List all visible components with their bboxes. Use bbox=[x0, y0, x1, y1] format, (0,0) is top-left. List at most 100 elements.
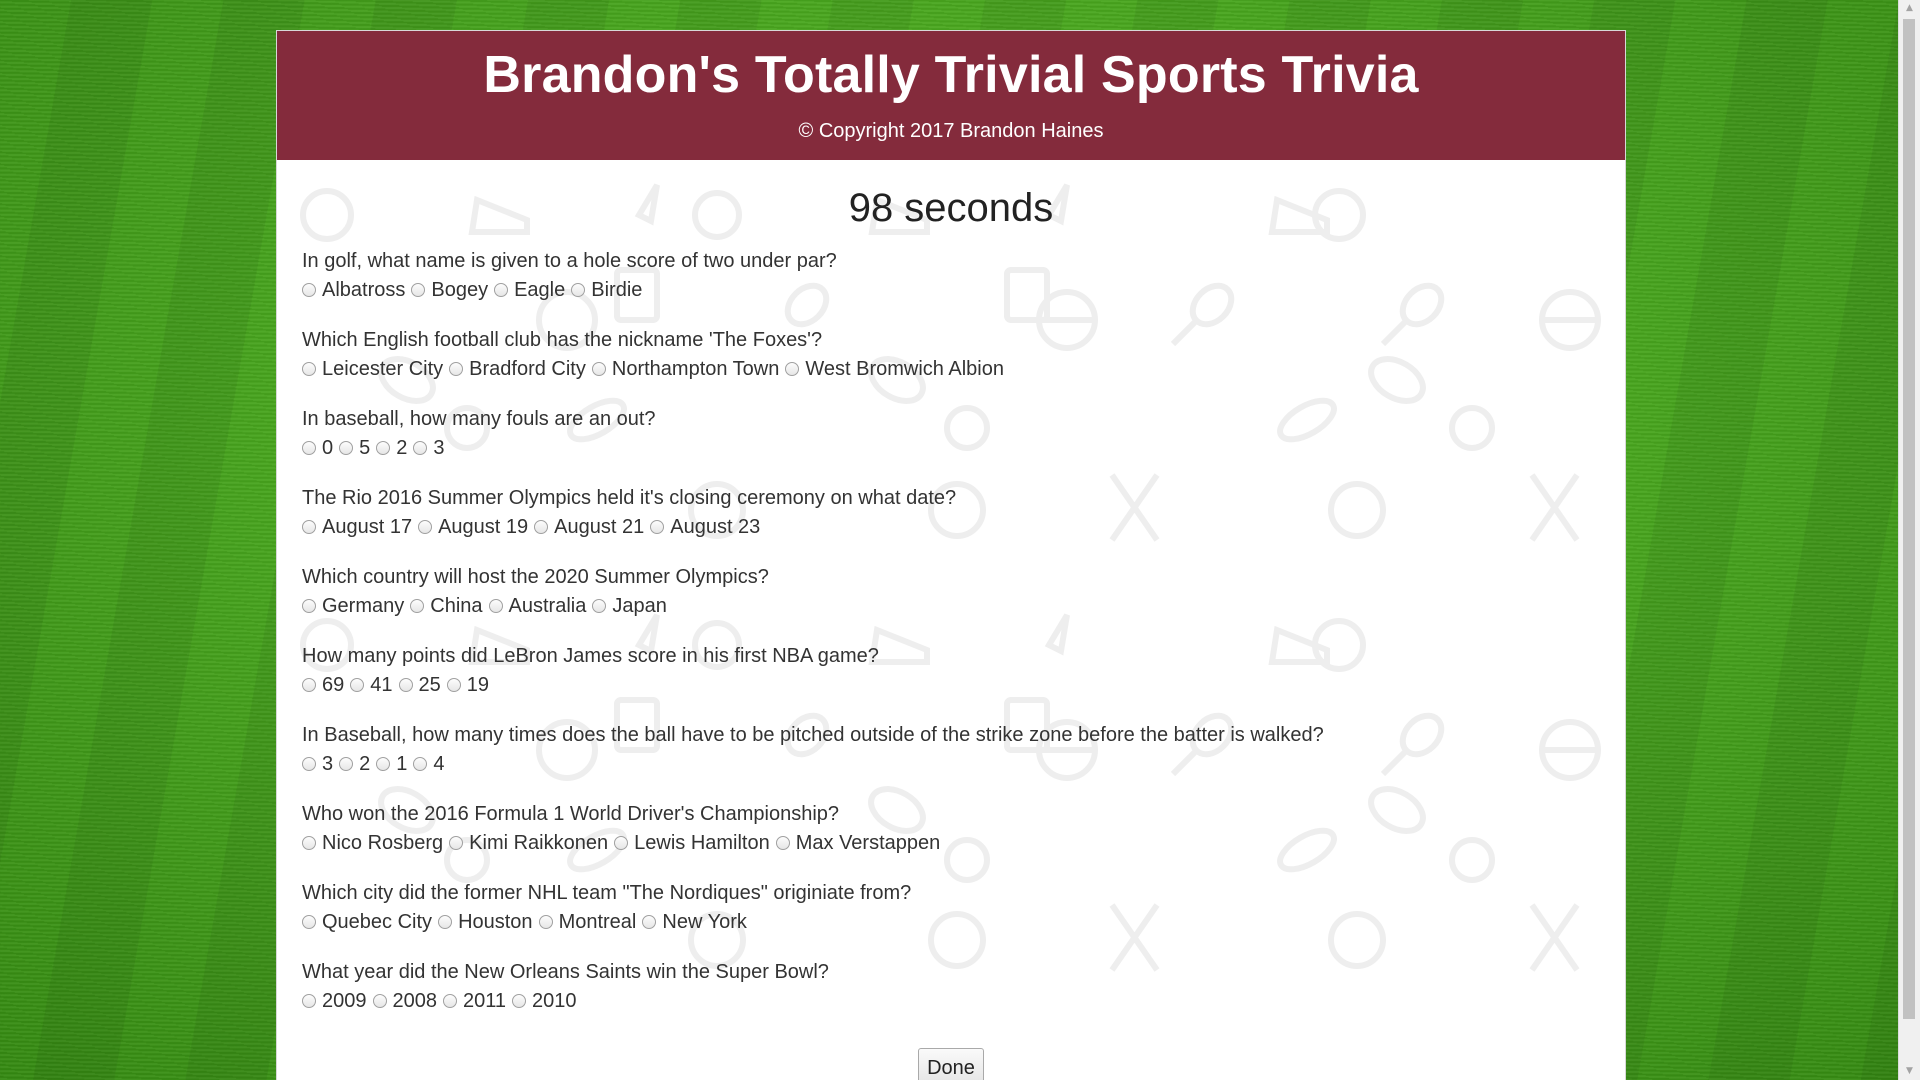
answer-option[interactable]: 25 bbox=[398, 671, 441, 699]
answer-option[interactable]: Max Verstappen bbox=[775, 829, 940, 857]
answer-option[interactable]: Houston bbox=[438, 908, 533, 936]
answer-option[interactable]: Lewis Hamilton bbox=[614, 829, 770, 857]
answer-label: 3 bbox=[433, 437, 445, 459]
answer-option[interactable]: Leicester City bbox=[302, 355, 443, 383]
answer-label: Quebec City bbox=[322, 911, 433, 933]
question-item: Which city did the former NHL team "The … bbox=[302, 878, 1324, 957]
answer-option[interactable]: Eagle bbox=[494, 276, 565, 304]
radio-button[interactable] bbox=[488, 599, 503, 613]
radio-button[interactable] bbox=[449, 836, 464, 850]
answer-option[interactable]: 2009 bbox=[302, 987, 367, 1015]
radio-button[interactable] bbox=[372, 994, 387, 1008]
radio-button[interactable] bbox=[592, 599, 607, 613]
answer-option[interactable]: 69 bbox=[302, 671, 344, 699]
answer-options: 0 5 2 3 bbox=[302, 434, 1324, 462]
answer-option[interactable]: Bradford City bbox=[449, 355, 586, 383]
answer-option[interactable]: New York bbox=[642, 908, 747, 936]
scrollbar-thumb[interactable] bbox=[1903, 19, 1915, 1019]
answer-label: Japan bbox=[612, 595, 667, 617]
radio-button[interactable] bbox=[302, 994, 316, 1008]
radio-button[interactable] bbox=[418, 520, 433, 534]
answer-option[interactable]: 2008 bbox=[372, 987, 437, 1015]
radio-button[interactable] bbox=[538, 915, 553, 929]
radio-button[interactable] bbox=[302, 836, 316, 850]
question-text: Who won the 2016 Formula 1 World Driver'… bbox=[302, 803, 840, 825]
answer-option[interactable]: 2 bbox=[339, 750, 370, 778]
answer-options: 69 41 25 19 bbox=[302, 671, 1324, 699]
done-button[interactable]: Done bbox=[918, 1048, 984, 1080]
radio-button[interactable] bbox=[302, 757, 316, 771]
radio-button[interactable] bbox=[376, 441, 391, 455]
answer-label: August 19 bbox=[438, 516, 529, 538]
answer-option[interactable]: August 21 bbox=[534, 513, 644, 541]
radio-button[interactable] bbox=[339, 757, 354, 771]
radio-button[interactable] bbox=[614, 836, 629, 850]
vertical-scrollbar[interactable]: ▲ ▼ bbox=[1898, 0, 1920, 1080]
radio-button[interactable] bbox=[398, 678, 413, 692]
radio-button[interactable] bbox=[438, 915, 453, 929]
answer-option[interactable]: 1 bbox=[376, 750, 407, 778]
answer-option[interactable]: Japan bbox=[592, 592, 667, 620]
radio-button[interactable] bbox=[494, 283, 509, 297]
answer-option[interactable]: 3 bbox=[302, 750, 333, 778]
radio-button[interactable] bbox=[642, 915, 657, 929]
answer-option[interactable]: China bbox=[410, 592, 483, 620]
answer-option[interactable]: Montreal bbox=[538, 908, 636, 936]
radio-button[interactable] bbox=[449, 362, 464, 376]
scroll-down-arrow-icon[interactable]: ▼ bbox=[1899, 1063, 1920, 1080]
answer-label: August 21 bbox=[554, 516, 645, 538]
radio-button[interactable] bbox=[591, 362, 606, 376]
radio-button[interactable] bbox=[350, 678, 365, 692]
answer-option[interactable]: Nico Rosberg bbox=[302, 829, 443, 857]
answer-option[interactable]: West Bromwich Albion bbox=[785, 355, 1004, 383]
scroll-up-arrow-icon[interactable]: ▲ bbox=[1899, 0, 1920, 17]
radio-button[interactable] bbox=[413, 441, 428, 455]
answer-option[interactable]: Kimi Raikkonen bbox=[449, 829, 608, 857]
radio-button[interactable] bbox=[512, 994, 527, 1008]
radio-button[interactable] bbox=[411, 283, 426, 297]
radio-button[interactable] bbox=[339, 441, 354, 455]
answer-option[interactable]: 41 bbox=[350, 671, 393, 699]
radio-button[interactable] bbox=[571, 283, 586, 297]
answer-option[interactable]: Quebec City bbox=[302, 908, 432, 936]
radio-button[interactable] bbox=[376, 757, 391, 771]
answer-option[interactable]: 19 bbox=[446, 671, 489, 699]
radio-button[interactable] bbox=[302, 678, 316, 692]
answer-option[interactable]: 3 bbox=[413, 434, 445, 462]
question-text: What year did the New Orleans Saints win… bbox=[302, 961, 829, 983]
radio-button[interactable] bbox=[775, 836, 790, 850]
answer-option[interactable]: 2010 bbox=[512, 987, 577, 1015]
answer-option[interactable]: August 19 bbox=[418, 513, 528, 541]
radio-button[interactable] bbox=[410, 599, 425, 613]
radio-button[interactable] bbox=[650, 520, 665, 534]
answer-option[interactable]: 0 bbox=[302, 434, 333, 462]
radio-button[interactable] bbox=[785, 362, 800, 376]
radio-button[interactable] bbox=[443, 994, 457, 1008]
answer-option[interactable]: Bogey bbox=[411, 276, 488, 304]
answer-option[interactable]: Germany bbox=[302, 592, 404, 620]
answer-label: 0 bbox=[322, 437, 334, 459]
radio-button[interactable] bbox=[413, 757, 428, 771]
answer-option[interactable]: August 23 bbox=[650, 513, 760, 541]
answer-option[interactable]: Birdie bbox=[571, 276, 642, 304]
answer-option[interactable]: 5 bbox=[339, 434, 370, 462]
answer-option[interactable]: 2 bbox=[376, 434, 407, 462]
radio-button[interactable] bbox=[302, 599, 316, 613]
question-text: Which English football club has the nick… bbox=[302, 329, 823, 351]
answer-label: 1 bbox=[396, 753, 408, 775]
answer-option[interactable]: August 17 bbox=[302, 513, 412, 541]
radio-button[interactable] bbox=[534, 520, 549, 534]
radio-button[interactable] bbox=[302, 362, 316, 376]
radio-button[interactable] bbox=[302, 915, 316, 929]
answer-label: New York bbox=[662, 911, 747, 933]
answer-option[interactable]: 4 bbox=[413, 750, 445, 778]
answer-option[interactable]: Australia bbox=[488, 592, 586, 620]
answer-option[interactable]: Northampton Town bbox=[591, 355, 779, 383]
answer-option[interactable]: 2011 bbox=[443, 987, 506, 1015]
radio-button[interactable] bbox=[302, 441, 316, 455]
radio-button[interactable] bbox=[302, 520, 316, 534]
radio-button[interactable] bbox=[302, 283, 316, 297]
answer-option[interactable]: Albatross bbox=[302, 276, 405, 304]
radio-button[interactable] bbox=[446, 678, 461, 692]
question-item: Which country will host the 2020 Summer … bbox=[302, 562, 1324, 641]
